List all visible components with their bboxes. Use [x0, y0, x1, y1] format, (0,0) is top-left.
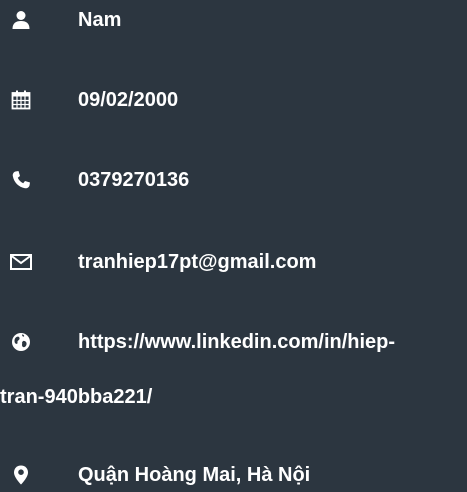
- profile-website-continuation-row: tran-940bba221/: [0, 385, 467, 409]
- phone-icon: [9, 168, 33, 192]
- profile-website-line1[interactable]: https://www.linkedin.com/in/hiep-: [78, 330, 395, 354]
- calendar-icon: [9, 88, 33, 112]
- profile-name: Nam: [78, 9, 122, 31]
- globe-icon: [9, 330, 33, 354]
- profile-email-row: tranhiep17pt@gmail.com: [0, 250, 467, 274]
- profile-phone-row: 0379270136: [0, 168, 467, 192]
- profile-email[interactable]: tranhiep17pt@gmail.com: [78, 250, 316, 274]
- profile-address: Quận Hoàng Mai, Hà Nội: [78, 464, 311, 486]
- profile-birthdate-row: 09/02/2000: [0, 88, 467, 112]
- user-icon: [9, 8, 33, 32]
- profile-phone: 0379270136: [78, 169, 190, 191]
- profile-birthdate: 09/02/2000: [78, 89, 179, 111]
- profile-website-row: https://www.linkedin.com/in/hiep-: [0, 330, 467, 354]
- profile-address-row: Quận Hoàng Mai, Hà Nội: [0, 463, 467, 487]
- profile-website-line2[interactable]: tran-940bba221/: [0, 385, 152, 409]
- profile-name-row: Nam: [0, 8, 467, 32]
- map-marker-icon: [9, 463, 33, 487]
- envelope-icon: [9, 250, 33, 274]
